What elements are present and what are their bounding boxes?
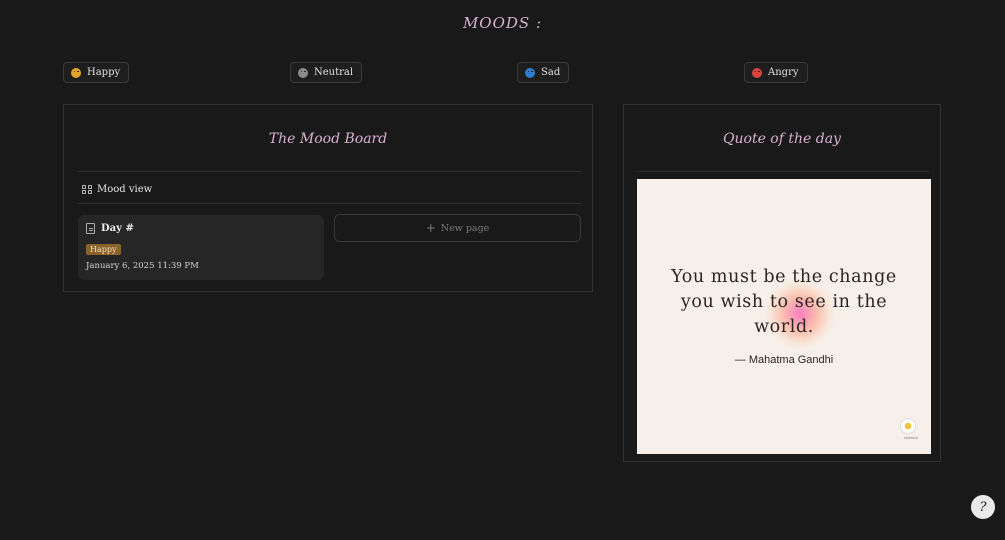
mood-angry-button[interactable]: Angry bbox=[744, 62, 808, 83]
new-page-button[interactable]: + New page bbox=[334, 214, 581, 242]
card-title: Day # bbox=[101, 223, 134, 234]
gallery-card[interactable]: Day # Happy January 6, 2025 11:39 PM bbox=[78, 215, 324, 280]
quote-author: — Mahatma Gandhi bbox=[734, 354, 834, 366]
view-tab-label: Mood view bbox=[97, 184, 153, 195]
neutral-face-icon bbox=[298, 67, 308, 78]
mood-board-title: The Mood Board bbox=[268, 131, 388, 147]
mood-board-panel: The Mood Board Mood view Day # Happy Jan… bbox=[63, 104, 593, 292]
quote-title: Quote of the day bbox=[723, 131, 841, 147]
new-page-label: New page bbox=[440, 222, 490, 234]
quote-text: You must be the change you wish to see i… bbox=[671, 267, 897, 337]
plus-icon: + bbox=[425, 221, 436, 235]
quote-panel: Quote of the day You must be the change … bbox=[623, 104, 941, 462]
divider bbox=[78, 203, 581, 204]
happy-face-icon bbox=[71, 67, 81, 78]
daisy-logo-icon bbox=[900, 418, 916, 434]
page-title: MOODS : bbox=[462, 14, 543, 32]
mood-label: Neutral bbox=[314, 67, 354, 78]
mood-label: Happy bbox=[87, 67, 121, 78]
mood-happy-button[interactable]: Happy bbox=[63, 62, 130, 83]
mood-neutral-button[interactable]: Neutral bbox=[290, 62, 363, 83]
quote-image: You must be the change you wish to see i… bbox=[637, 179, 931, 454]
mood-label: Angry bbox=[768, 67, 799, 78]
angry-face-icon bbox=[752, 67, 762, 78]
gallery-grid-icon bbox=[82, 184, 92, 195]
mood-sad-button[interactable]: Sad bbox=[517, 62, 570, 83]
card-date: January 6, 2025 11:39 PM bbox=[86, 261, 199, 271]
help-button[interactable]: ? bbox=[971, 495, 995, 519]
page-icon bbox=[86, 223, 95, 234]
help-icon: ? bbox=[979, 499, 987, 515]
divider bbox=[78, 171, 581, 172]
brand-label: sidekick bbox=[903, 435, 918, 440]
mood-label: Sad bbox=[541, 67, 561, 78]
mood-tag: Happy bbox=[86, 244, 121, 255]
divider bbox=[637, 171, 929, 172]
sad-face-icon bbox=[525, 67, 535, 78]
mood-view-tab[interactable]: Mood view bbox=[82, 184, 152, 195]
